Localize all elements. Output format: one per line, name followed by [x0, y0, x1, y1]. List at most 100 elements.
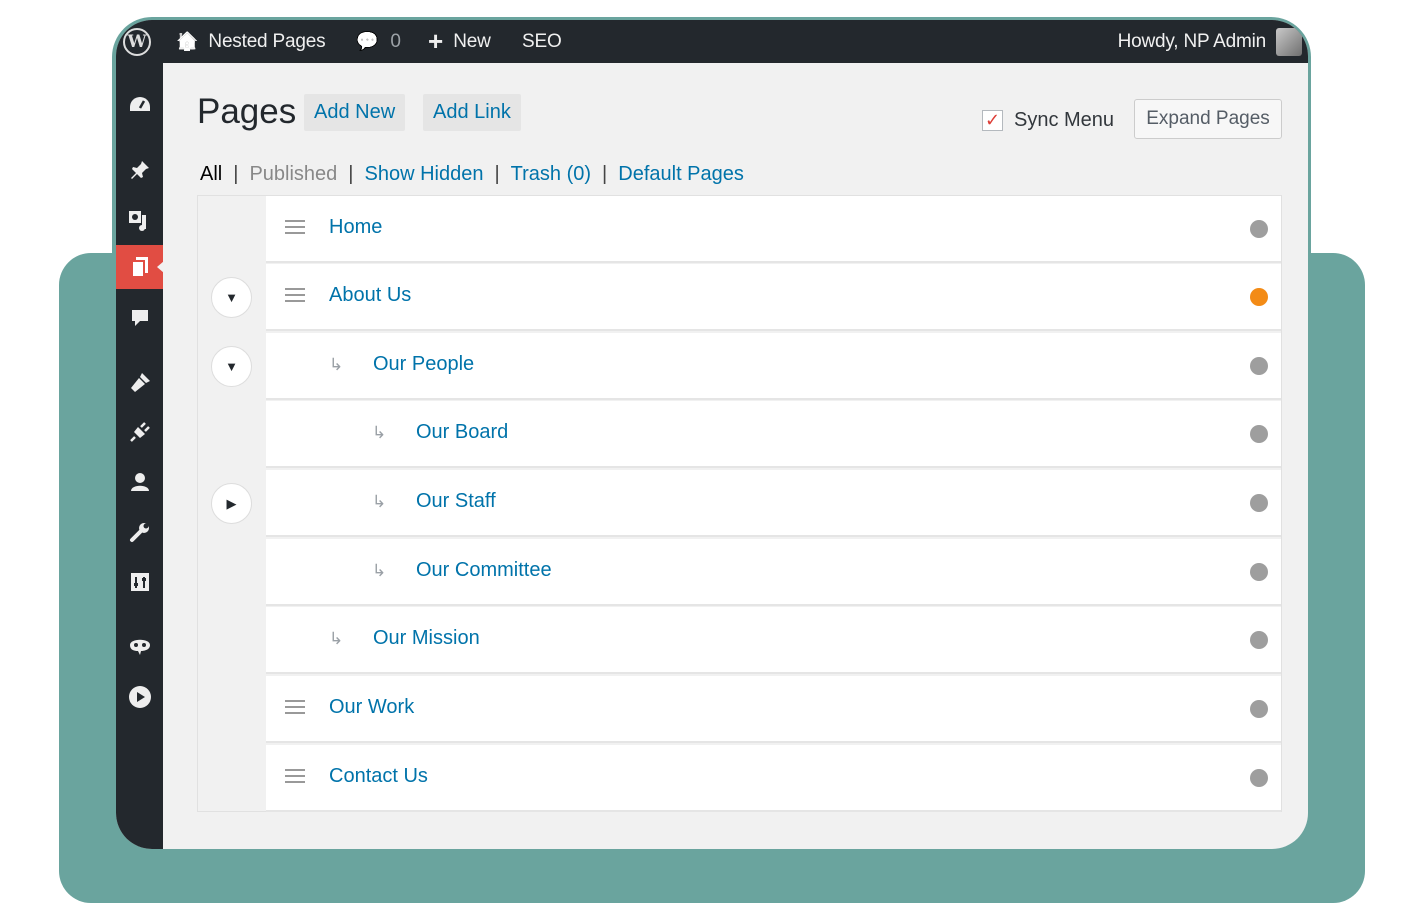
drag-handle-icon[interactable] [285, 769, 305, 783]
plus-icon: + [428, 26, 444, 56]
status-dot-icon [1250, 288, 1268, 306]
page-title-link[interactable]: Our People [373, 353, 474, 376]
admin-bar: W 🏠 Nested Pages 💬 0 + New SEO Howdy, NP… [116, 20, 1308, 63]
child-arrow-icon: ↳ [372, 423, 387, 442]
status-filters: All | Published | Show Hidden | Trash (0… [200, 163, 744, 186]
seo-menu-link[interactable]: SEO [522, 20, 562, 63]
child-arrow-icon: ↳ [329, 355, 344, 374]
child-arrow-icon: ↳ [329, 629, 344, 648]
filter-separator: | [494, 163, 500, 185]
tools-icon[interactable] [116, 510, 163, 554]
comments-count: 0 [390, 30, 401, 52]
add-link-button[interactable]: Add Link [423, 94, 521, 131]
wordpress-logo-icon[interactable]: W [123, 20, 151, 63]
check-icon: ✓ [984, 110, 1001, 130]
page-row-content[interactable]: ↳ Our People [266, 333, 1281, 400]
page-row: Our Work [198, 676, 1281, 743]
drag-handle-icon[interactable] [285, 288, 305, 302]
expand-toggle-button[interactable]: ▶ [211, 483, 252, 524]
new-label: New [453, 30, 491, 52]
child-arrow-icon: ↳ [372, 492, 387, 511]
page-row-content[interactable]: Contact Us [266, 745, 1281, 812]
wp-admin-window: W 🏠 Nested Pages 💬 0 + New SEO Howdy, NP… [116, 20, 1308, 849]
avatar [1276, 27, 1302, 56]
page-title-link[interactable]: Our Board [416, 421, 508, 444]
comment-icon: 💬 [356, 31, 379, 51]
page-row: ▶ ↳ Our Staff [198, 470, 1281, 537]
page-row-content[interactable]: ↳ Our Mission [266, 607, 1281, 674]
plugins-icon[interactable] [116, 410, 163, 454]
expand-pages-button[interactable]: Expand Pages [1134, 99, 1282, 139]
triangle-down-icon: ▼ [225, 359, 238, 374]
site-name-label: Nested Pages [208, 30, 326, 52]
seo-label: SEO [522, 30, 562, 52]
page-row: ↳ Our Mission [198, 607, 1281, 674]
filter-trash[interactable]: Trash (0) [511, 163, 591, 186]
page-row-content[interactable]: ↳ Our Board [266, 401, 1281, 468]
collapse-toggle-button[interactable]: ▼ [211, 277, 252, 318]
filter-all[interactable]: All [200, 163, 222, 186]
admin-sidebar [116, 63, 164, 849]
page-title-link[interactable]: Home [329, 216, 382, 239]
comments-icon[interactable] [116, 296, 163, 340]
page-row: ▼ ↳ Our People [198, 333, 1281, 400]
status-dot-icon [1250, 425, 1268, 443]
drag-handle-icon[interactable] [285, 700, 305, 714]
page-title-link[interactable]: About Us [329, 284, 411, 307]
media-icon[interactable] [116, 198, 163, 242]
page-row: ↳ Our Committee [198, 539, 1281, 606]
page-row: ▼ About Us [198, 264, 1281, 331]
page-row: Contact Us [198, 745, 1281, 812]
page-row-content[interactable]: Home [266, 196, 1281, 263]
sync-menu-control[interactable]: ✓ Sync Menu [982, 109, 1114, 132]
settings-icon[interactable] [116, 560, 163, 604]
page-title-link[interactable]: Contact Us [329, 765, 428, 788]
users-icon[interactable] [116, 460, 163, 504]
page-title-link[interactable]: Our Staff [416, 490, 496, 513]
howdy-label: Howdy, NP Admin [1117, 30, 1267, 52]
page-title-link[interactable]: Our Mission [373, 627, 480, 650]
page-row-content[interactable]: ↳ Our Staff [266, 470, 1281, 537]
status-dot-icon [1250, 563, 1268, 581]
triangle-down-icon: ▼ [225, 290, 238, 305]
collapse-toggle-button[interactable]: ▼ [211, 346, 252, 387]
seo-icon[interactable] [116, 623, 163, 667]
filter-separator: | [348, 163, 354, 185]
pages-icon[interactable] [116, 245, 164, 289]
add-new-button[interactable]: Add New [304, 94, 406, 131]
appearance-icon[interactable] [116, 360, 163, 404]
site-name-link[interactable]: 🏠 Nested Pages [176, 20, 326, 63]
status-dot-icon [1250, 631, 1268, 649]
page-row-content[interactable]: Our Work [266, 676, 1281, 743]
drag-handle-icon[interactable] [285, 220, 305, 234]
page-title-link[interactable]: Our Committee [416, 559, 552, 582]
filter-separator: | [233, 163, 239, 185]
filter-default-pages[interactable]: Default Pages [618, 163, 744, 186]
status-dot-icon [1250, 769, 1268, 787]
status-dot-icon [1250, 700, 1268, 718]
status-dot-icon [1250, 220, 1268, 238]
filter-separator: | [602, 163, 608, 185]
comments-link[interactable]: 💬 0 [356, 20, 401, 63]
pin-icon[interactable] [116, 148, 163, 192]
account-menu[interactable]: Howdy, NP Admin [1118, 20, 1302, 63]
page-row-content[interactable]: About Us [266, 264, 1281, 331]
filter-published[interactable]: Published [249, 163, 337, 186]
page-title-link[interactable]: Our Work [329, 696, 414, 719]
sync-menu-label: Sync Menu [1014, 109, 1115, 131]
child-arrow-icon: ↳ [372, 561, 387, 580]
dashboard-icon[interactable] [116, 83, 163, 127]
status-dot-icon [1250, 494, 1268, 512]
sync-menu-checkbox[interactable]: ✓ [982, 110, 1003, 131]
triangle-right-icon: ▶ [226, 495, 237, 511]
play-icon[interactable] [116, 675, 163, 719]
new-content-link[interactable]: + New [428, 20, 491, 63]
home-icon: 🏠 [176, 31, 199, 51]
page-title: Pages [197, 92, 297, 131]
page-row: ↳ Our Board [198, 401, 1281, 468]
page-row-content[interactable]: ↳ Our Committee [266, 539, 1281, 606]
page-row: Home [198, 196, 1281, 263]
nested-pages-list: Home ▼ About Us ▼ ↳ Our People ↳ Our Boa… [197, 195, 1282, 812]
status-dot-icon [1250, 357, 1268, 375]
filter-show-hidden[interactable]: Show Hidden [364, 163, 483, 186]
